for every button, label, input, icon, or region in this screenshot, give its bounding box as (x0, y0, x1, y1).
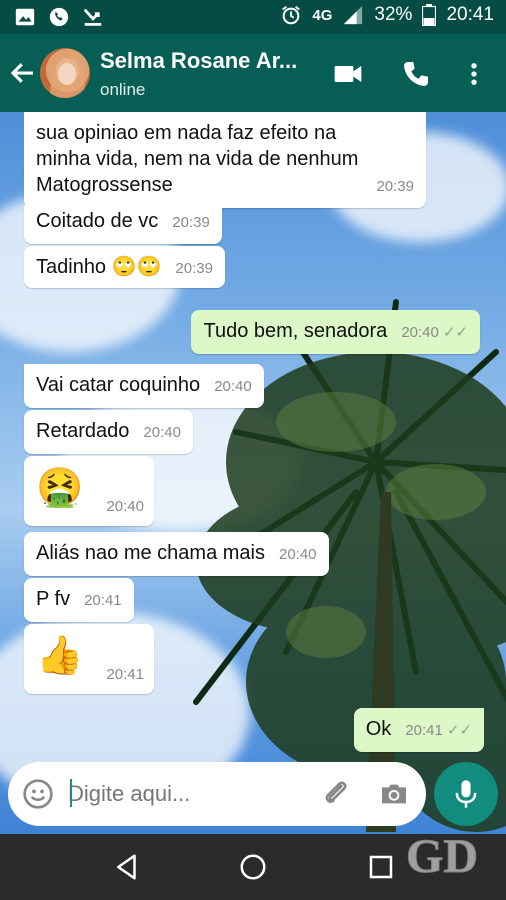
message-input[interactable] (68, 776, 298, 812)
emoji-sticker: 👍 (36, 635, 84, 677)
chat-area[interactable]: sua opiniao em nada faz efeito na minha … (0, 112, 506, 834)
nav-recents-icon[interactable] (366, 852, 396, 882)
message-bubble-incoming[interactable]: 👍 20:41 (24, 624, 154, 694)
avatar[interactable] (40, 48, 90, 98)
message-text: Tudo bem, senadora (203, 320, 388, 342)
message-bubble-outgoing[interactable]: Ok 20:41 ✓✓ (353, 708, 484, 752)
phone-icon[interactable] (400, 58, 432, 90)
message-time: 20:39 (376, 178, 414, 195)
message-time: 20:39 (175, 260, 213, 277)
message-bubble-incoming[interactable]: Vai catar coquinho 20:40 (24, 364, 264, 408)
image-icon (15, 8, 35, 26)
message-time: 20:40 (278, 546, 317, 563)
chat-header: Selma Rosane Ar... online (0, 34, 506, 112)
message-text: Ok (365, 718, 392, 740)
message-time: 20:39 (172, 214, 210, 231)
message-bubble-incoming[interactable]: Retardado 20:40 (24, 410, 193, 454)
emoji-sticker: 🤮 (36, 467, 84, 509)
message-text: Vai catar coquinho (36, 374, 201, 396)
missed-call-icon (83, 8, 102, 26)
message-bubble-incoming[interactable]: Aliás nao me chama mais 20:40 (24, 532, 329, 576)
message-bubble-incoming[interactable]: 🤮 20:40 (24, 456, 154, 526)
emoji-icon[interactable] (22, 778, 54, 810)
read-receipt-icon: ✓✓ (446, 722, 472, 739)
message-composer (8, 762, 426, 826)
message-time: 20:41 (405, 722, 443, 739)
mic-button[interactable] (434, 762, 498, 826)
nav-back-icon[interactable] (112, 852, 142, 882)
alarm-icon (282, 5, 301, 25)
contact-name[interactable]: Selma Rosane Ar... (100, 48, 297, 74)
message-bubble-incoming[interactable]: Coitado de vc 20:39 (24, 200, 222, 244)
network-type: 4G (312, 6, 333, 24)
message-bubble-incoming[interactable]: Tadinho 🙄🙄 20:39 (24, 246, 225, 288)
message-bubble-incoming[interactable]: sua opiniao em nada faz efeito na minha … (24, 112, 426, 208)
message-text: Coitado de vc (36, 210, 159, 232)
message-time: 20:40 (106, 498, 144, 515)
message-time: 20:41 (84, 592, 122, 609)
back-arrow-icon[interactable] (8, 58, 38, 88)
signal-icon (344, 5, 363, 25)
message-text: P fv (36, 588, 71, 610)
message-time: 20:41 (106, 666, 144, 683)
more-vert-icon[interactable] (460, 58, 488, 90)
message-time: 20:40 (143, 424, 181, 441)
read-receipt-icon: ✓✓ (442, 324, 468, 341)
message-time: 20:40 (214, 378, 252, 395)
mic-icon (455, 780, 477, 808)
battery-percent: 32% (374, 4, 413, 25)
text-cursor (70, 779, 72, 807)
battery-icon (422, 4, 437, 26)
clock: 20:41 (446, 4, 494, 25)
status-bar: 4G 32% 20:41 (0, 0, 506, 34)
message-text: Retardado (36, 420, 130, 442)
contact-status: online (100, 80, 146, 99)
video-call-icon[interactable] (332, 58, 364, 90)
nav-home-icon[interactable] (238, 852, 268, 882)
whatsapp-icon (49, 7, 69, 27)
message-text: Tadinho 🙄🙄 (36, 256, 162, 278)
watermark-logo: GD (406, 830, 479, 884)
attach-icon[interactable] (320, 778, 352, 810)
message-bubble-incoming[interactable]: P fv 20:41 (24, 578, 134, 622)
watermark-text: GD (406, 830, 478, 883)
message-time: 20:40 (401, 324, 439, 341)
message-text: Aliás nao me chama mais (36, 542, 265, 564)
message-bubble-outgoing[interactable]: Tudo bem, senadora 20:40 ✓✓ (191, 310, 480, 354)
camera-icon[interactable] (378, 778, 410, 810)
